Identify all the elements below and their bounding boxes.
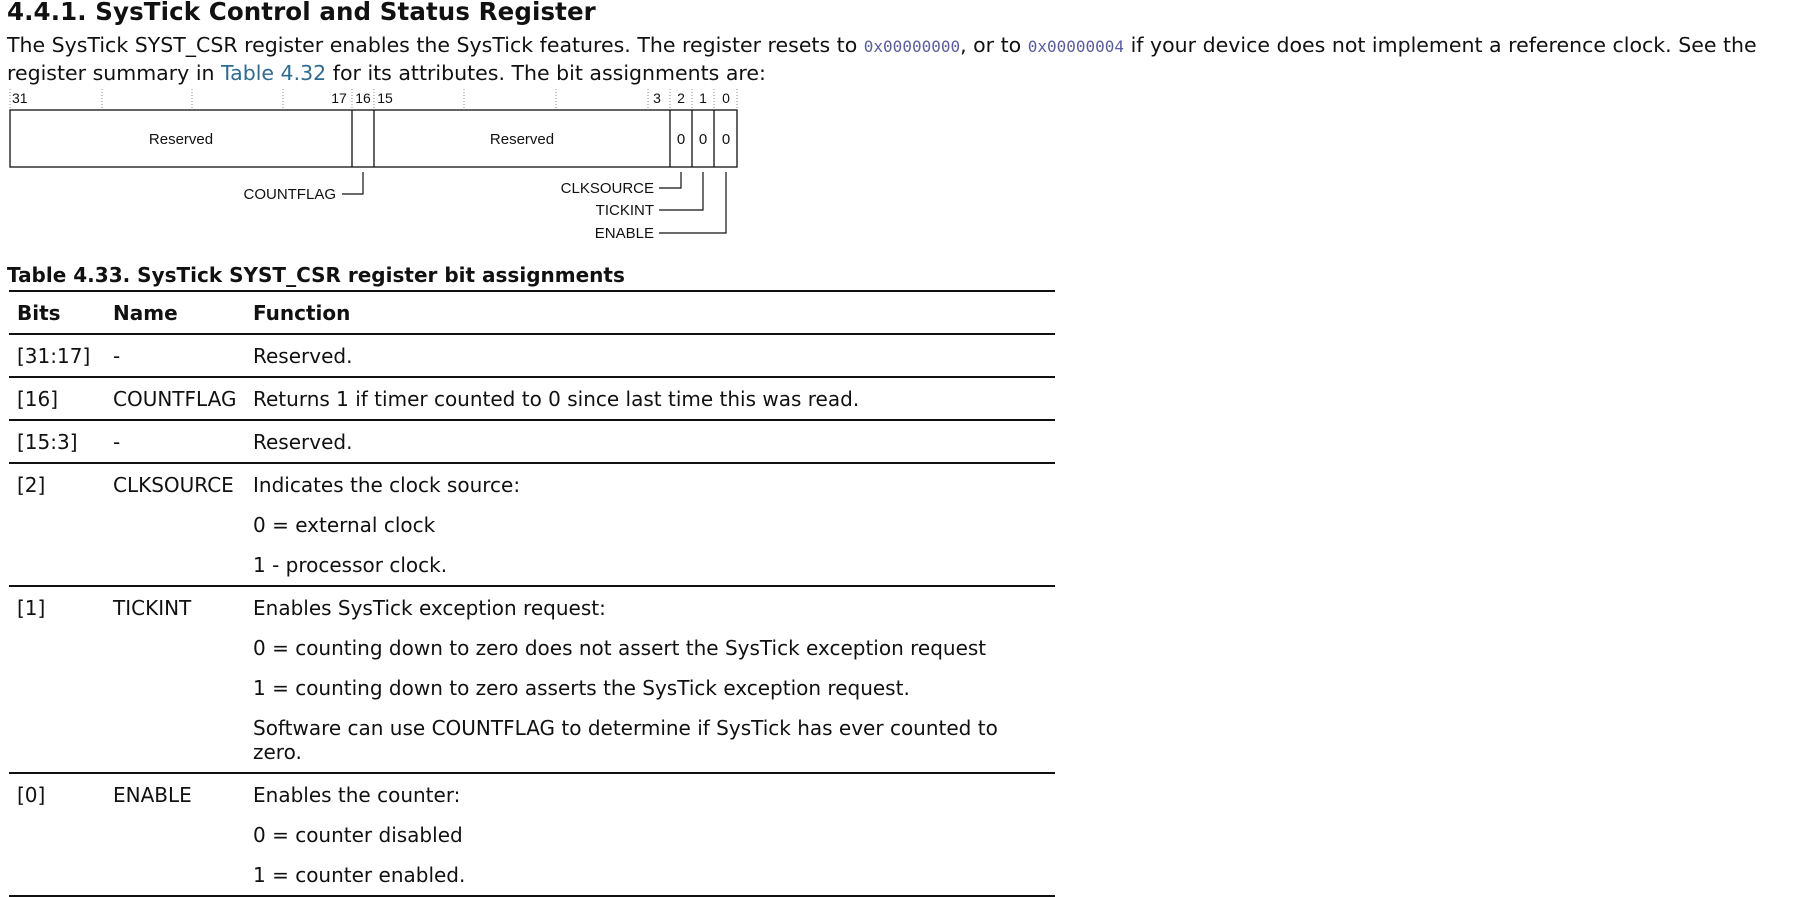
row-name: COUNTFLAG [105, 377, 245, 421]
table-4-32-link[interactable]: Table 4.32 [221, 61, 326, 85]
table-row: [31:17] - Reserved. [9, 334, 1055, 378]
table-row: [0] ENABLE Enables the counter: 0 = coun… [9, 773, 1055, 897]
bit-number-1: 1 [699, 90, 707, 106]
bit-number-3: 3 [653, 90, 661, 106]
row-bits: [15:3] [9, 420, 105, 464]
table-row: [1] TICKINT Enables SysTick exception re… [9, 586, 1055, 774]
intro-text-1: The SysTick SYST_CSR register enables th… [7, 33, 864, 57]
bit-number-15: 15 [377, 90, 393, 106]
row-function: Enables SysTick exception request: 0 = c… [245, 586, 1055, 774]
table-row: [16] COUNTFLAG Returns 1 if timer counte… [9, 377, 1055, 421]
function-line: 0 = counting down to zero does not asser… [253, 636, 987, 660]
row-name: CLKSOURCE [105, 463, 245, 587]
row-bits: [0] [9, 773, 105, 897]
register-bit-diagram: 31 17 16 15 3 2 1 0 Reserved Reserved 0 … [9, 89, 738, 242]
bit-number-16: 16 [355, 90, 371, 106]
row-function: Enables the counter: 0 = counter disable… [245, 773, 1055, 897]
row-bits: [2] [9, 463, 105, 587]
row-name: - [105, 420, 245, 464]
bit-assignments-table: Bits Name Function [31:17] - Reserved. [… [9, 290, 1055, 897]
table-header-row: Bits Name Function [9, 290, 1055, 335]
row-function: Returns 1 if timer counted to 0 since la… [245, 377, 1055, 421]
function-line: 1 = counter enabled. [253, 863, 466, 887]
row-bits: [1] [9, 586, 105, 774]
bit-ruler [9, 89, 738, 110]
header-name: Name [105, 290, 245, 335]
header-function: Function [245, 290, 1055, 335]
row-name: TICKINT [105, 586, 245, 774]
reset-value-code: 0x00000000 [863, 37, 961, 56]
row-name: ENABLE [105, 773, 245, 897]
section-heading: 4.4.1. SysTick Control and Status Regist… [7, 0, 596, 26]
function-line: Reserved. [253, 430, 353, 454]
function-line: Indicates the clock source: [253, 473, 521, 497]
document-page: 4.4.1. SysTick Control and Status Regist… [0, 0, 1812, 897]
function-line: 1 - processor clock. [253, 553, 448, 577]
intro-paragraph: The SysTick SYST_CSR register enables th… [7, 32, 1807, 86]
enable-callout: ENABLE [595, 225, 654, 242]
row-bits: [31:17] [9, 334, 105, 378]
row-name: - [105, 334, 245, 378]
function-line: Returns 1 if timer counted to 0 since la… [253, 387, 860, 411]
function-line: Enables the counter: [253, 783, 461, 807]
function-line: 0 = counter disabled [253, 823, 463, 847]
header-bits: Bits [9, 290, 105, 335]
reserved-field-high: Reserved [149, 131, 213, 148]
register-fields [9, 109, 738, 168]
row-function: Indicates the clock source: 0 = external… [245, 463, 1055, 587]
bit-number-17: 17 [331, 90, 347, 106]
function-line: 1 = counting down to zero asserts the Sy… [253, 676, 910, 700]
function-line: 0 = external clock [253, 513, 436, 537]
table-caption: Table 4.33. SysTick SYST_CSR register bi… [7, 263, 625, 287]
clksource-callout: CLKSOURCE [561, 180, 654, 197]
function-line: Software can use COUNTFLAG to determine … [253, 716, 998, 764]
table-row: [15:3] - Reserved. [9, 420, 1055, 464]
countflag-callout: COUNTFLAG [243, 186, 336, 203]
row-function: Reserved. [245, 334, 1055, 378]
row-bits: [16] [9, 377, 105, 421]
intro-text-4: for its attributes. The bit assignments … [326, 61, 766, 85]
intro-text-2: , or to [960, 33, 1028, 57]
bit-number-31: 31 [12, 90, 28, 106]
table-row: [2] CLKSOURCE Indicates the clock source… [9, 463, 1055, 587]
bit-number-2: 2 [677, 90, 685, 106]
function-line: Reserved. [253, 344, 353, 368]
function-line: Enables SysTick exception request: [253, 596, 606, 620]
callout-lines [342, 172, 727, 234]
bit1-value: 0 [699, 131, 707, 148]
alt-reset-value-code: 0x00000004 [1027, 37, 1125, 56]
bit2-value: 0 [677, 131, 685, 148]
reserved-field-low: Reserved [490, 131, 554, 148]
bit-number-0: 0 [722, 90, 730, 106]
row-function: Reserved. [245, 420, 1055, 464]
bit0-value: 0 [722, 131, 730, 148]
tickint-callout: TICKINT [596, 202, 654, 219]
